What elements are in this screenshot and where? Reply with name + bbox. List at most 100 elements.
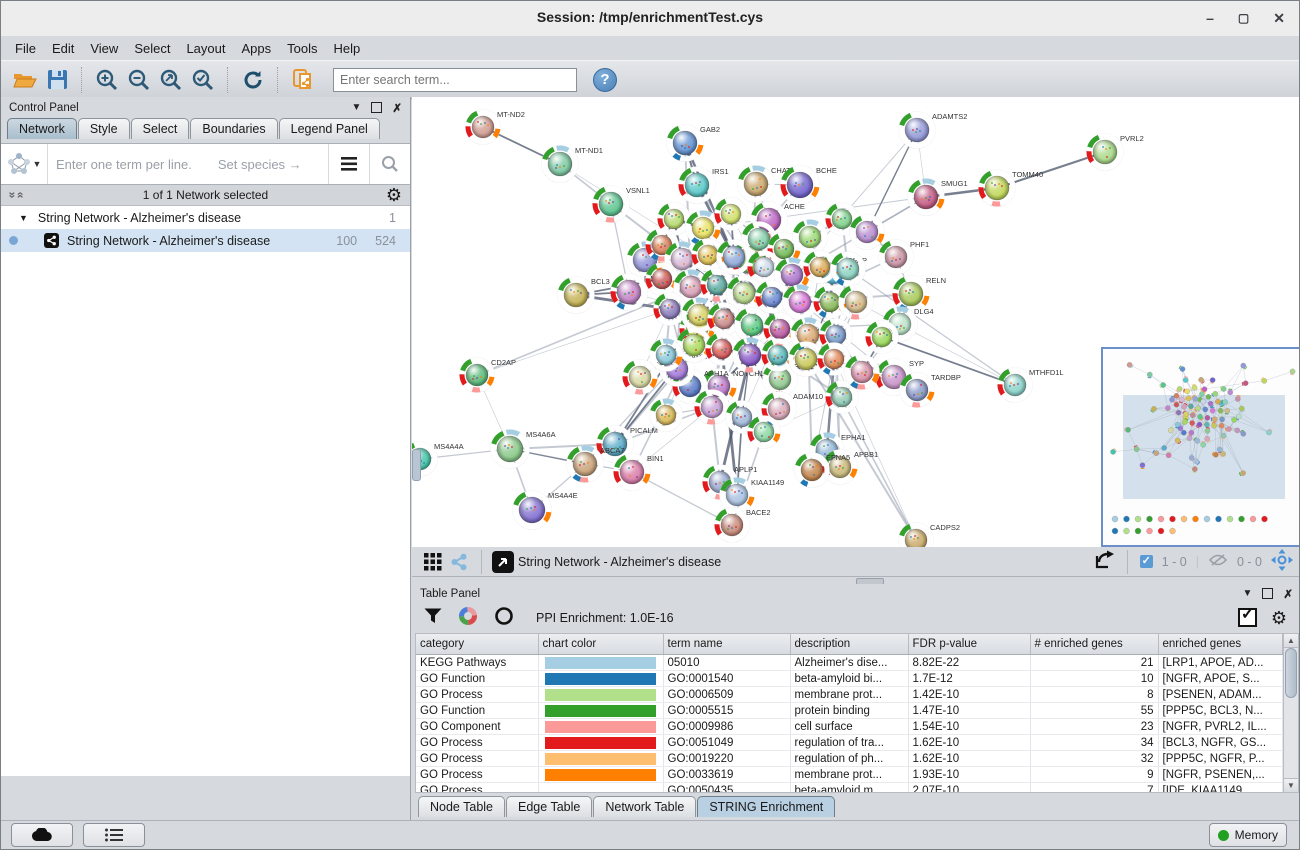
tab-select[interactable]: Select <box>131 118 190 139</box>
remove-chart-icon[interactable] <box>494 606 514 629</box>
column-header-description[interactable]: description <box>790 634 908 655</box>
open-session-button[interactable] <box>9 65 41 95</box>
network-canvas[interactable]: MT-ND2MT-ND1VSNL1GAB2IRS1CHATBCHEACHEAPO… <box>412 97 1300 548</box>
tab-legend-panel[interactable]: Legend Panel <box>279 118 380 139</box>
panel-menu-icon[interactable]: ▼ <box>351 102 361 113</box>
column-header-FDR-p-value[interactable]: FDR p-value <box>908 634 1030 655</box>
network-node[interactable]: MTHFD1L <box>998 368 1064 403</box>
network-node[interactable]: ADAMTS2 <box>899 112 968 149</box>
string-query-input[interactable]: Enter one term per line. Set species → <box>48 157 328 172</box>
birds-eye-toggle-icon[interactable] <box>1271 549 1293 574</box>
string-network-icon[interactable] <box>446 547 472 577</box>
network-node[interactable]: BCL3 <box>558 277 610 314</box>
tab-node-table[interactable]: Node Table <box>418 796 505 817</box>
enrichment-row[interactable]: GO ProcessGO:0033619membrane prot...1.93… <box>416 767 1282 783</box>
network-node[interactable]: IRS1 <box>679 167 729 204</box>
tab-network-table[interactable]: Network Table <box>593 796 696 817</box>
string-options-icon[interactable] <box>328 144 369 184</box>
network-node[interactable]: MS4A4E <box>513 491 578 530</box>
column-header-enriched-genes[interactable]: enriched genes <box>1158 634 1282 655</box>
network-node[interactable]: CD2AP <box>460 358 516 393</box>
table-float-panel-icon[interactable] <box>1262 588 1273 599</box>
column-header-chart-color[interactable]: chart color <box>538 634 663 655</box>
network-node[interactable]: VSNL1 <box>593 186 650 223</box>
enrichment-row[interactable]: GO ProcessGO:0051049regulation of tra...… <box>416 735 1282 751</box>
float-panel-icon[interactable] <box>371 102 382 113</box>
help-icon[interactable]: ? <box>593 68 617 92</box>
tab-style[interactable]: Style <box>78 118 130 139</box>
grid-view-icon[interactable] <box>420 547 446 577</box>
select-rows-icon[interactable] <box>1238 608 1257 627</box>
network-options-gear-icon[interactable]: ⚙ <box>386 186 402 204</box>
menu-item-file[interactable]: File <box>7 39 44 58</box>
network-node[interactable]: BACE2 <box>715 508 771 543</box>
network-row[interactable]: String Network - Alzheimer's disease 100… <box>1 229 410 252</box>
table-close-panel-icon[interactable]: ✗ <box>1283 587 1293 601</box>
menu-item-edit[interactable]: Edit <box>44 39 82 58</box>
scroll-down-icon[interactable]: ▼ <box>1284 778 1298 792</box>
scrollbar-thumb[interactable] <box>1285 648 1297 698</box>
enrichment-row[interactable]: GO FunctionGO:0005515protein binding1.47… <box>416 703 1282 719</box>
cloud-tasks-button[interactable] <box>11 823 73 847</box>
enrichment-row[interactable]: GO FunctionGO:0001540beta-amyloid bi...1… <box>416 671 1282 687</box>
scroll-up-icon[interactable]: ▲ <box>1284 634 1298 648</box>
menu-item-layout[interactable]: Layout <box>178 39 233 58</box>
network-node[interactable]: MS4A6A <box>491 430 556 469</box>
network-node[interactable]: CADPS2 <box>899 523 960 547</box>
export-network-icon[interactable] <box>1094 550 1116 573</box>
expand-all-icon[interactable]: » <box>12 192 26 199</box>
maximize-button[interactable]: ▢ <box>1238 8 1249 28</box>
menu-item-select[interactable]: Select <box>126 39 178 58</box>
network-node[interactable]: PHF1 <box>879 240 929 275</box>
enrichment-row[interactable]: GO ProcessGO:0050435beta-amyloid m...2.0… <box>416 783 1282 794</box>
network-node[interactable] <box>793 220 828 255</box>
tab-edge-table[interactable]: Edge Table <box>506 796 592 817</box>
zoom-out-icon[interactable] <box>123 65 155 95</box>
string-app-icon[interactable]: ▼ <box>1 144 48 184</box>
network-node[interactable] <box>850 215 885 250</box>
enrichment-row[interactable]: GO ComponentGO:0009986cell surface1.54E-… <box>416 719 1282 735</box>
menu-item-help[interactable]: Help <box>326 39 369 58</box>
table-panel-menu-icon[interactable]: ▼ <box>1242 588 1252 599</box>
network-node[interactable]: MT-ND2 <box>466 110 525 145</box>
enrichment-row[interactable]: GO ProcessGO:0006509membrane prot...1.42… <box>416 687 1282 703</box>
enrichment-row[interactable]: GO ProcessGO:0019220regulation of ph...1… <box>416 751 1282 767</box>
column-header-term-name[interactable]: term name <box>663 634 790 655</box>
table-settings-gear-icon[interactable]: ⚙ <box>1271 609 1287 627</box>
tab-boundaries[interactable]: Boundaries <box>190 118 277 139</box>
filter-icon[interactable] <box>424 608 442 627</box>
panel-resize-handle[interactable] <box>412 449 421 481</box>
network-node[interactable]: MT-ND1 <box>542 146 603 183</box>
enrichment-row[interactable]: KEGG Pathways05010Alzheimer's dise...8.8… <box>416 655 1282 671</box>
string-search-icon[interactable] <box>369 144 410 184</box>
tab-string-enrichment[interactable]: STRING Enrichment <box>697 796 835 817</box>
network-node[interactable]: BCHE <box>781 166 837 205</box>
selected-elements-icon[interactable]: ✓ <box>1140 555 1153 568</box>
tab-network[interactable]: Network <box>7 118 77 139</box>
column-header-category[interactable]: category <box>416 634 538 655</box>
zoom-selected-icon[interactable] <box>187 65 219 95</box>
horizontal-splitter[interactable] <box>412 577 1299 584</box>
zoom-in-icon[interactable] <box>91 65 123 95</box>
memory-button[interactable]: Memory <box>1209 823 1287 847</box>
network-node[interactable]: SMUG1 <box>908 179 968 216</box>
table-scrollbar[interactable]: ▲ ▼ <box>1283 633 1299 793</box>
hidden-elements-icon[interactable] <box>1208 553 1228 570</box>
close-panel-icon[interactable]: ✗ <box>392 101 402 115</box>
network-node[interactable]: PVRL2 <box>1087 134 1144 171</box>
menu-item-tools[interactable]: Tools <box>279 39 325 58</box>
zoom-fit-icon[interactable] <box>155 65 187 95</box>
collection-expand-icon[interactable]: ▼ <box>19 213 28 223</box>
network-node[interactable]: TOMM40 <box>979 170 1043 207</box>
network-node[interactable]: GAB2 <box>667 125 720 162</box>
network-node[interactable] <box>845 355 880 390</box>
close-button[interactable]: ✕ <box>1273 8 1285 28</box>
network-collection-row[interactable]: ▼ String Network - Alzheimer's disease 1 <box>1 206 410 229</box>
birds-eye-view[interactable] <box>1101 347 1300 547</box>
network-node[interactable] <box>695 390 730 425</box>
column-header--enriched-genes[interactable]: # enriched genes <box>1030 634 1158 655</box>
minimize-button[interactable]: – <box>1206 8 1214 28</box>
search-input[interactable] <box>333 68 577 92</box>
open-in-new-window-icon[interactable] <box>492 551 514 573</box>
network-from-file-icon[interactable] <box>287 65 319 95</box>
